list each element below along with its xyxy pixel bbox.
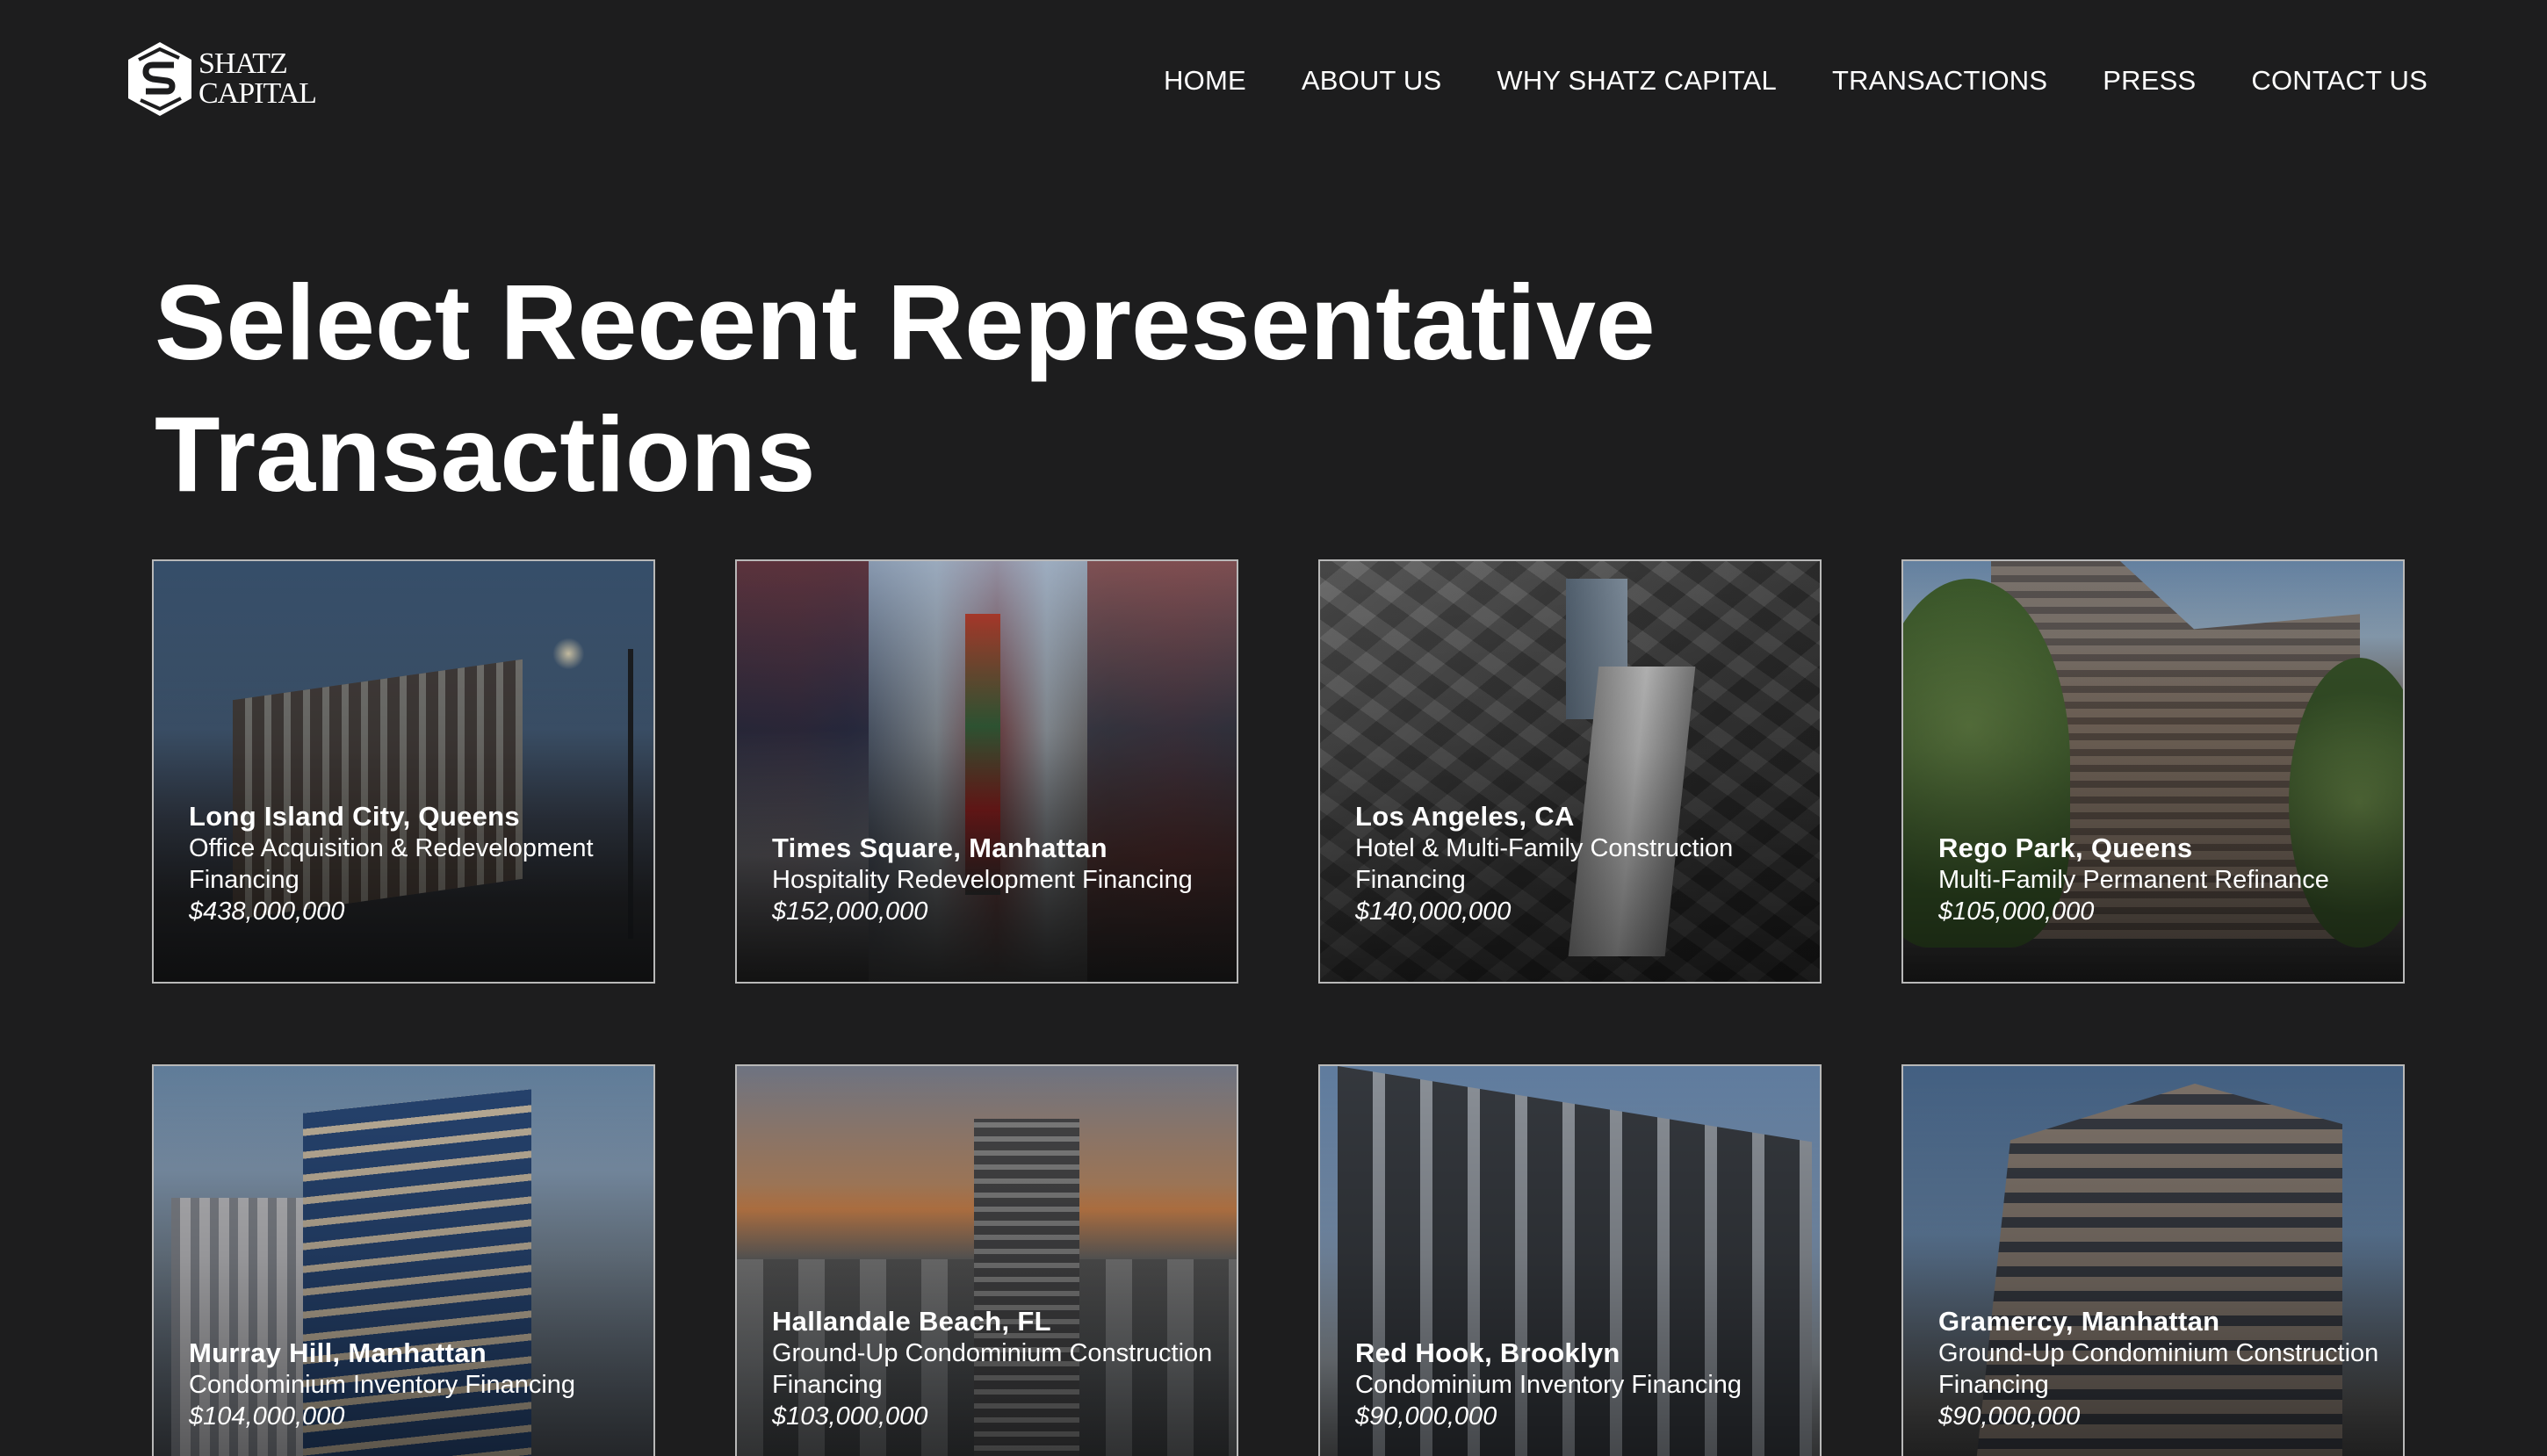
transaction-card-murray-hill[interactable]: Murray Hill, Manhattan Condominium Inven… [152, 1064, 655, 1456]
transaction-type: Ground-Up Condominium Construction Finan… [1938, 1339, 2379, 1399]
transaction-card-gramercy[interactable]: Gramercy, Manhattan Ground-Up Condominiu… [1901, 1064, 2405, 1456]
transaction-amount: $152,000,000 [772, 897, 928, 926]
transaction-info: Murray Hill, Manhattan Condominium Inven… [189, 1337, 636, 1432]
transaction-info: Los Angeles, CA Hotel & Multi-Family Con… [1355, 801, 1802, 927]
nav-item-home[interactable]: HOME [1164, 65, 1246, 97]
brand-name-line1: SHATZ [198, 47, 288, 80]
transaction-info: Long Island City, Queens Office Acquisit… [189, 801, 636, 927]
transaction-type: Condominium Inventory Financing [1355, 1371, 1742, 1399]
transaction-card-hallandale-beach[interactable]: Hallandale Beach, FL Ground-Up Condomini… [735, 1064, 1238, 1456]
main-nav: HOME ABOUT US WHY SHATZ CAPITAL TRANSACT… [1164, 65, 2428, 97]
transaction-card-long-island-city[interactable]: Long Island City, Queens Office Acquisit… [152, 559, 655, 984]
transaction-location: Murray Hill, Manhattan [189, 1337, 487, 1368]
transaction-info: Rego Park, Queens Multi-Family Permanent… [1938, 833, 2385, 927]
transaction-amount: $105,000,000 [1938, 897, 2095, 926]
nav-item-contact-us[interactable]: CONTACT US [2251, 65, 2428, 97]
transaction-location: Hallandale Beach, FL [772, 1306, 1051, 1337]
transaction-type: Hospitality Redevelopment Financing [772, 866, 1193, 894]
brand-wordmark: SHATZ CAPITAL [198, 47, 317, 110]
transaction-info: Red Hook, Brooklyn Condominium Inventory… [1355, 1337, 1802, 1432]
transaction-amount: $104,000,000 [189, 1402, 345, 1431]
transaction-location: Gramercy, Manhattan [1938, 1306, 2220, 1337]
transaction-amount: $90,000,000 [1938, 1402, 2081, 1431]
page-title-line2: Transactions [155, 394, 816, 514]
transaction-info: Times Square, Manhattan Hospitality Rede… [772, 833, 1219, 927]
brand-name-line2: CAPITAL [198, 77, 317, 110]
nav-item-why-shatz-capital[interactable]: WHY SHATZ CAPITAL [1497, 65, 1777, 97]
nav-item-transactions[interactable]: TRANSACTIONS [1832, 65, 2047, 97]
transaction-type: Hotel & Multi-Family Construction Financ… [1355, 834, 1734, 894]
transaction-amount: $140,000,000 [1355, 897, 1512, 926]
transaction-info: Hallandale Beach, FL Ground-Up Condomini… [772, 1306, 1219, 1432]
transaction-location: Times Square, Manhattan [772, 833, 1108, 863]
transaction-location: Rego Park, Queens [1938, 833, 2193, 863]
brand-logo[interactable]: SHATZ CAPITAL [126, 40, 317, 118]
transaction-type: Office Acquisition & Redevelopment Finan… [189, 834, 594, 894]
transaction-card-rego-park[interactable]: Rego Park, Queens Multi-Family Permanent… [1901, 559, 2405, 984]
page-title: Select Recent Representative Transaction… [155, 256, 2087, 520]
transaction-type: Ground-Up Condominium Construction Finan… [772, 1339, 1213, 1399]
transaction-amount: $103,000,000 [772, 1402, 928, 1431]
transaction-card-times-square[interactable]: Times Square, Manhattan Hospitality Rede… [735, 559, 1238, 984]
nav-item-press[interactable]: PRESS [2103, 65, 2196, 97]
transaction-location: Long Island City, Queens [189, 801, 520, 832]
transaction-location: Red Hook, Brooklyn [1355, 1337, 1620, 1368]
page-title-line1: Select Recent Representative [155, 263, 1656, 382]
transaction-info: Gramercy, Manhattan Ground-Up Condominiu… [1938, 1306, 2385, 1432]
page: SHATZ CAPITAL HOME ABOUT US WHY SHATZ CA… [0, 0, 2547, 1456]
nav-item-about-us[interactable]: ABOUT US [1302, 65, 1442, 97]
transaction-card-los-angeles[interactable]: Los Angeles, CA Hotel & Multi-Family Con… [1318, 559, 1822, 984]
transaction-card-red-hook[interactable]: Red Hook, Brooklyn Condominium Inventory… [1318, 1064, 1822, 1456]
transaction-amount: $90,000,000 [1355, 1402, 1497, 1431]
shatz-logo-icon [128, 42, 191, 116]
transaction-amount: $438,000,000 [189, 897, 345, 926]
transaction-location: Los Angeles, CA [1355, 801, 1575, 832]
transaction-type: Condominium Inventory Financing [189, 1371, 576, 1399]
transaction-type: Multi-Family Permanent Refinance [1938, 866, 2329, 894]
